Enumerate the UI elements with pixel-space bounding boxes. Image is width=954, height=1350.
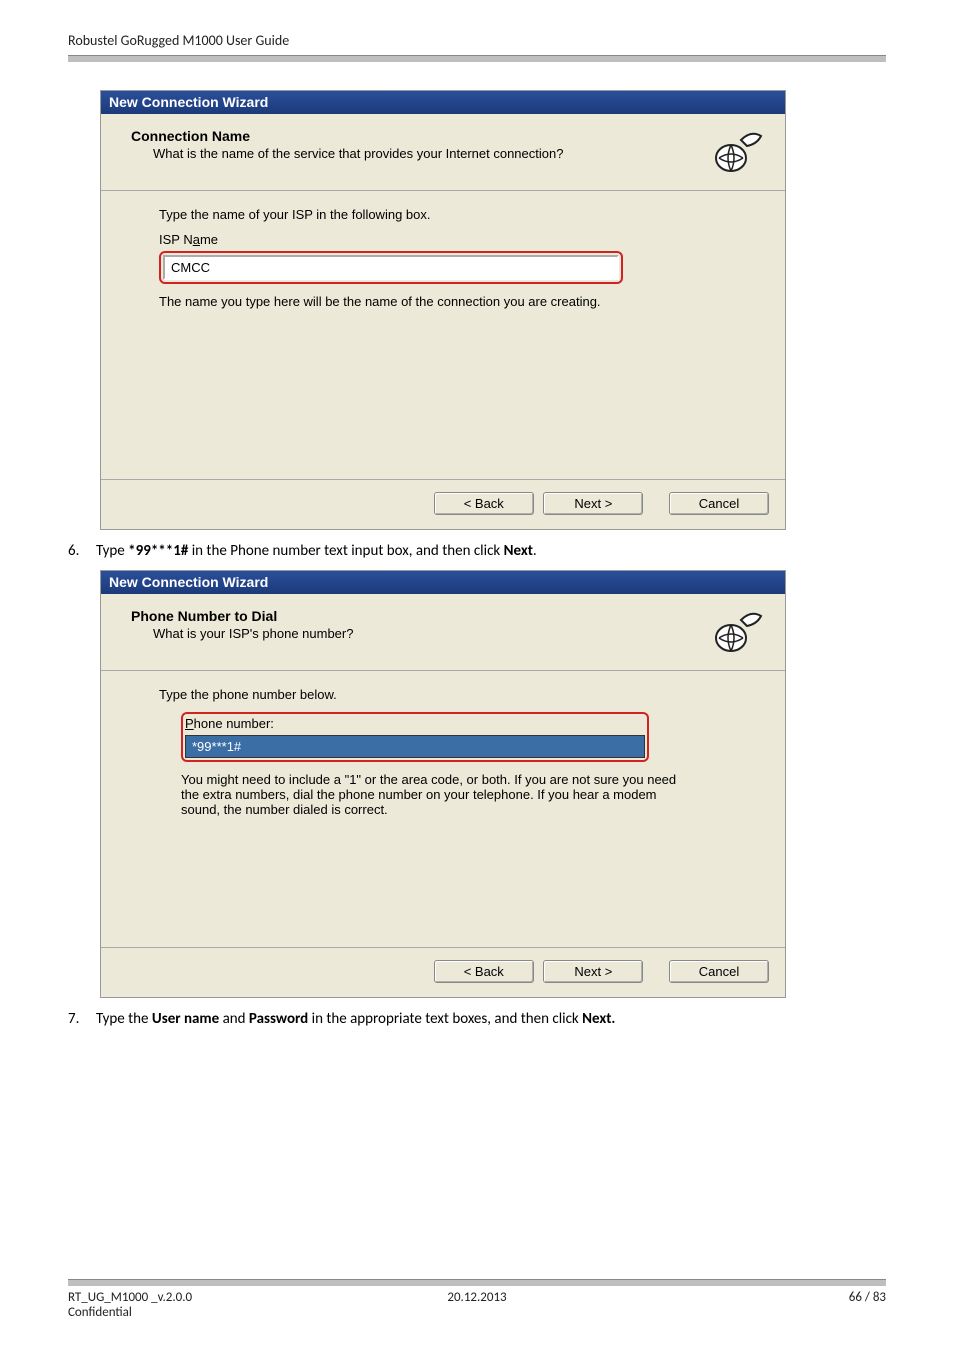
footer-center: 20.12.2013 bbox=[341, 1290, 614, 1305]
dialog-head-subtitle: What is the name of the service that pro… bbox=[153, 146, 703, 161]
cancel-button[interactable]: Cancel bbox=[669, 492, 769, 515]
footer-right: 66 / 83 bbox=[613, 1290, 886, 1305]
phone-number-input[interactable] bbox=[185, 735, 645, 758]
dialog-head-subtitle: What is your ISP's phone number? bbox=[153, 626, 703, 641]
isp-name-highlight bbox=[159, 251, 623, 284]
button-row: < Back Next > Cancel bbox=[101, 947, 785, 997]
doc-header: Robustel GoRugged M1000 User Guide bbox=[68, 32, 886, 55]
isp-name-input[interactable] bbox=[163, 255, 619, 280]
back-button[interactable]: < Back bbox=[434, 960, 534, 983]
wizard-dialog-connection-name: New Connection Wizard Connection Name Wh… bbox=[100, 90, 786, 530]
step-number: 7. bbox=[68, 1010, 96, 1028]
dialog-header: Phone Number to Dial What is your ISP's … bbox=[101, 594, 785, 666]
dialog-body: Type the name of your ISP in the followi… bbox=[101, 191, 785, 479]
cancel-button[interactable]: Cancel bbox=[669, 960, 769, 983]
dialog-head-title: Phone Number to Dial bbox=[131, 608, 703, 624]
wizard-dialog-phone-number: New Connection Wizard Phone Number to Di… bbox=[100, 570, 786, 998]
next-button[interactable]: Next > bbox=[543, 960, 643, 983]
title-bar: New Connection Wizard bbox=[101, 91, 785, 114]
phone-number-note: You might need to include a "1" or the a… bbox=[181, 772, 681, 817]
dialog-header: Connection Name What is the name of the … bbox=[101, 114, 785, 186]
step-number: 6. bbox=[68, 542, 96, 560]
wizard-globe-icon bbox=[711, 128, 765, 176]
step-6-text: 6. Type *99***1# in the Phone number tex… bbox=[68, 542, 886, 560]
dialog-body: Type the phone number below. Phone numbe… bbox=[101, 671, 785, 947]
step-7-text: 7. Type the User name and Password in th… bbox=[68, 1010, 886, 1028]
footer-rule bbox=[68, 1279, 886, 1286]
isp-name-note: The name you type here will be the name … bbox=[159, 294, 745, 309]
title-bar: New Connection Wizard bbox=[101, 571, 785, 594]
button-row: < Back Next > Cancel bbox=[101, 479, 785, 529]
phone-instruction-label: Type the phone number below. bbox=[159, 687, 745, 702]
phone-number-highlight: Phone number: bbox=[181, 712, 649, 762]
footer-confidential: Confidential bbox=[68, 1305, 886, 1320]
dialog-head-title: Connection Name bbox=[131, 128, 703, 144]
header-rule bbox=[68, 55, 886, 62]
phone-number-label: Phone number: bbox=[185, 716, 645, 731]
next-button[interactable]: Next > bbox=[543, 492, 643, 515]
isp-name-label: ISP Name bbox=[159, 232, 745, 247]
footer-left: RT_UG_M1000 _v.2.0.0 bbox=[68, 1290, 341, 1305]
page-footer: RT_UG_M1000 _v.2.0.0 20.12.2013 66 / 83 … bbox=[68, 1279, 886, 1320]
isp-instruction-label: Type the name of your ISP in the followi… bbox=[159, 207, 745, 222]
wizard-globe-icon bbox=[711, 608, 765, 656]
back-button[interactable]: < Back bbox=[434, 492, 534, 515]
